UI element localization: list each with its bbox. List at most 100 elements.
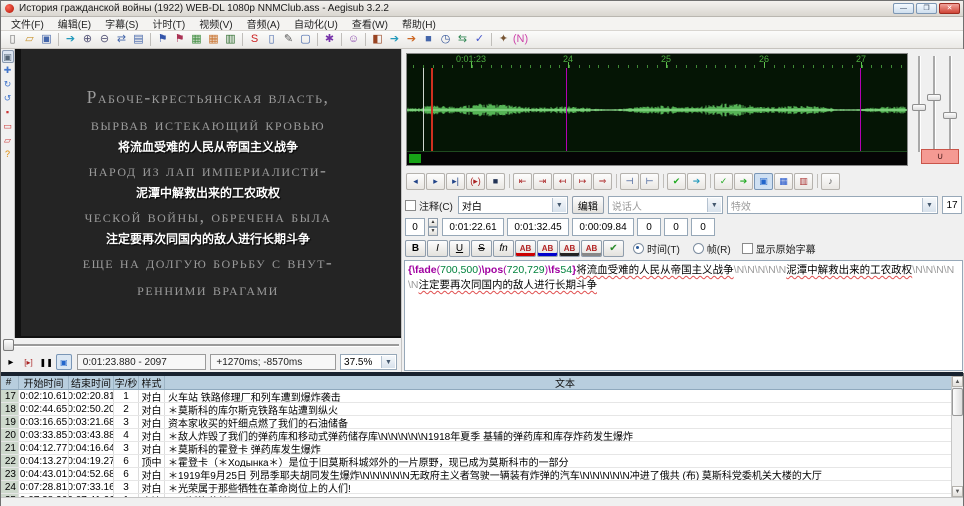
zoom-in-icon[interactable]: ⊕ bbox=[79, 32, 96, 47]
prev-line-icon[interactable]: ◂ bbox=[406, 173, 425, 190]
grid-cell-start[interactable]: 0:04:13.27 bbox=[19, 455, 69, 467]
grid-cell-cps[interactable]: 1 bbox=[114, 390, 139, 402]
play-500-after-icon[interactable]: ⇥ bbox=[533, 173, 552, 190]
play-button[interactable]: ▸ bbox=[3, 354, 19, 370]
shift-dialog-icon[interactable]: ⇆ bbox=[454, 32, 471, 47]
grid-cell-cps[interactable]: 6 bbox=[114, 468, 139, 480]
close-button[interactable]: ✕ bbox=[939, 3, 960, 14]
layer-spinner[interactable]: ▲▼ bbox=[428, 218, 438, 236]
shift-times-icon[interactable]: ⇄ bbox=[113, 32, 130, 47]
paste-over-icon[interactable]: ▢ bbox=[297, 32, 314, 47]
jump-to-icon[interactable]: ➔ bbox=[62, 32, 79, 47]
video-seek-thumb[interactable] bbox=[3, 339, 14, 351]
fonts-collector-icon[interactable]: ▦ bbox=[205, 32, 222, 47]
grid-cell-end[interactable]: 0:07:33.16 bbox=[69, 481, 114, 493]
commit-icon[interactable]: ✔ bbox=[667, 173, 686, 190]
rotate-xy-tool-icon[interactable]: ↺ bbox=[2, 92, 14, 105]
menu-item-视频[interactable]: 视频(V) bbox=[192, 16, 239, 31]
grid-cell-cps[interactable]: 3 bbox=[114, 481, 139, 493]
play-first-500-icon[interactable]: ↤ bbox=[553, 173, 572, 190]
grid-cell-end[interactable]: 0:03:43.88 bbox=[69, 429, 114, 441]
frame-radio[interactable] bbox=[693, 243, 704, 254]
subtitle-row-18[interactable]: 180:02:44.650:02:50.202对白＊莫斯科的库尔斯克铁路车站遭到… bbox=[1, 403, 963, 416]
standard-mode-icon[interactable]: ▣ bbox=[2, 50, 14, 63]
grid-cell-style[interactable]: 对白 bbox=[139, 481, 165, 493]
subtitle-row-19[interactable]: 190:03:16.650:03:21.683对白资本家收买的奸细点燃了我们的石… bbox=[1, 416, 963, 429]
minimize-button[interactable]: — bbox=[893, 3, 914, 14]
duration-field[interactable]: 0:00:09.84 bbox=[572, 218, 634, 236]
time-radio[interactable] bbox=[633, 243, 644, 254]
grid-scrollbar[interactable]: ▲ ▼ bbox=[951, 376, 963, 497]
video-display[interactable]: Рабоче-крестьянская власть,вырвав истека… bbox=[15, 49, 401, 338]
grid-cell-end[interactable]: 0:04:16.64 bbox=[69, 442, 114, 454]
grid-cell-start[interactable]: 0:04:43.01 bbox=[19, 468, 69, 480]
subtitle-grid-icon[interactable]: ▥ bbox=[222, 32, 239, 47]
secondary-color-button[interactable]: AB bbox=[537, 240, 558, 257]
grid-cell-cps[interactable]: 2 bbox=[114, 403, 139, 415]
grid-cell-n[interactable]: 21 bbox=[1, 442, 19, 454]
karaoke-split-button[interactable]: ∪ bbox=[921, 149, 959, 164]
grid-cell-text[interactable]: 资本家收买的奸细点燃了我们的石油储备 bbox=[165, 416, 963, 428]
stop-icon[interactable]: ■ bbox=[486, 173, 505, 190]
draw-pencil-icon[interactable]: ✎ bbox=[280, 32, 297, 47]
grid-cell-text[interactable]: ＊光荣属于那些牺牲在革命岗位上的人们! bbox=[165, 481, 963, 493]
new-file-icon[interactable]: ▯ bbox=[4, 32, 21, 47]
show-original-checkbox[interactable] bbox=[742, 243, 753, 254]
play-line-icon[interactable]: ▸| bbox=[446, 173, 465, 190]
grid-cell-cps[interactable]: 4 bbox=[114, 429, 139, 441]
audio-waveform-box[interactable]: 0:01:2324252627 bbox=[406, 53, 908, 166]
comment-checkbox[interactable] bbox=[405, 200, 416, 211]
grid-cell-style[interactable]: 对白 bbox=[139, 390, 165, 402]
grid-cell-cps[interactable]: 3 bbox=[114, 442, 139, 454]
subtitle-row-24[interactable]: 240:07:28.810:07:33.163对白＊光荣属于那些牺牲在革命岗位上… bbox=[1, 481, 963, 494]
grid-cell-text[interactable]: ＊霍登卡（＊Ходынка＊）是位于旧莫斯科城郊外的一片原野，现已成为莫斯科市的… bbox=[165, 455, 963, 467]
grid-cell-start[interactable]: 0:02:44.65 bbox=[19, 403, 69, 415]
grid-cell-end[interactable]: 0:03:21.68 bbox=[69, 416, 114, 428]
spell-check-icon[interactable]: ✓ bbox=[471, 32, 488, 47]
grid-scroll-thumb[interactable] bbox=[952, 388, 963, 416]
edit-style-button[interactable]: 编辑 bbox=[572, 196, 604, 214]
grid-cell-start[interactable]: 0:03:16.65 bbox=[19, 416, 69, 428]
audio-waveform[interactable] bbox=[407, 68, 907, 152]
grid-cell-n[interactable]: 22 bbox=[1, 455, 19, 467]
grid-cell-start[interactable]: 0:03:33.85 bbox=[19, 429, 69, 441]
video-zoom-dropdown[interactable]: 37.5% ▼ bbox=[340, 354, 397, 370]
menu-item-编辑[interactable]: 编辑(E) bbox=[51, 16, 98, 31]
grid-cell-text[interactable]: ＊莫斯科的霍登卡 弹药库发生爆炸 bbox=[165, 442, 963, 454]
menu-item-文件[interactable]: 文件(F) bbox=[4, 16, 51, 31]
waveform-toggle-icon[interactable]: ▥ bbox=[794, 173, 813, 190]
go-next-icon[interactable]: ➔ bbox=[403, 32, 420, 47]
scroll-down-icon[interactable]: ▼ bbox=[952, 486, 963, 497]
menu-item-音频[interactable]: 音频(A) bbox=[240, 16, 287, 31]
grid-cell-cps[interactable]: 3 bbox=[114, 416, 139, 428]
strikeout-button[interactable]: S bbox=[471, 240, 492, 257]
styles-manager-icon[interactable]: ⚑ bbox=[171, 32, 188, 47]
start-time-field[interactable]: 0:01:22.61 bbox=[442, 218, 504, 236]
grid-cell-style[interactable]: 对白 bbox=[139, 403, 165, 415]
audio-vertical-zoom-slider[interactable] bbox=[927, 94, 941, 101]
zoom-out-icon[interactable]: ⊖ bbox=[96, 32, 113, 47]
margin-vertical-field[interactable]: 0 bbox=[691, 218, 715, 236]
subtitle-row-22[interactable]: 220:04:13.270:04:19.276顶中＊霍登卡（＊Ходынка＊）… bbox=[1, 455, 963, 468]
auto-commit-icon[interactable]: ✓ bbox=[714, 173, 733, 190]
margin-left-field[interactable]: 0 bbox=[637, 218, 661, 236]
grid-cell-style[interactable]: 对白 bbox=[139, 468, 165, 480]
lead-out-icon[interactable]: ⊢ bbox=[640, 173, 659, 190]
italic-button[interactable]: I bbox=[427, 240, 448, 257]
pause-button[interactable]: ❚❚ bbox=[38, 354, 54, 370]
grid-cell-start[interactable]: 0:02:10.61 bbox=[19, 390, 69, 402]
timing-post-processor-icon[interactable]: ◷ bbox=[437, 32, 454, 47]
play-500-before-icon[interactable]: ⇤ bbox=[513, 173, 532, 190]
font-name-button[interactable]: fn bbox=[493, 240, 514, 257]
layer-field[interactable]: 0 bbox=[405, 218, 425, 236]
grid-cell-end[interactable]: 0:02:50.20 bbox=[69, 403, 114, 415]
grid-cell-n[interactable]: 24 bbox=[1, 481, 19, 493]
scroll-up-icon[interactable]: ▲ bbox=[952, 376, 963, 387]
grid-cell-start[interactable]: 0:07:28.81 bbox=[19, 481, 69, 493]
subtitle-row-20[interactable]: 200:03:33.850:03:43.884对白＊敌人炸毁了我们的弹药库和移动… bbox=[1, 429, 963, 442]
grid-cell-n[interactable]: 20 bbox=[1, 429, 19, 441]
auto-next-icon[interactable]: ➔ bbox=[734, 173, 753, 190]
help-icon[interactable]: ? bbox=[2, 148, 14, 161]
grid-cell-style[interactable]: 顶中 bbox=[139, 455, 165, 467]
open-file-icon[interactable]: ▱ bbox=[21, 32, 38, 47]
